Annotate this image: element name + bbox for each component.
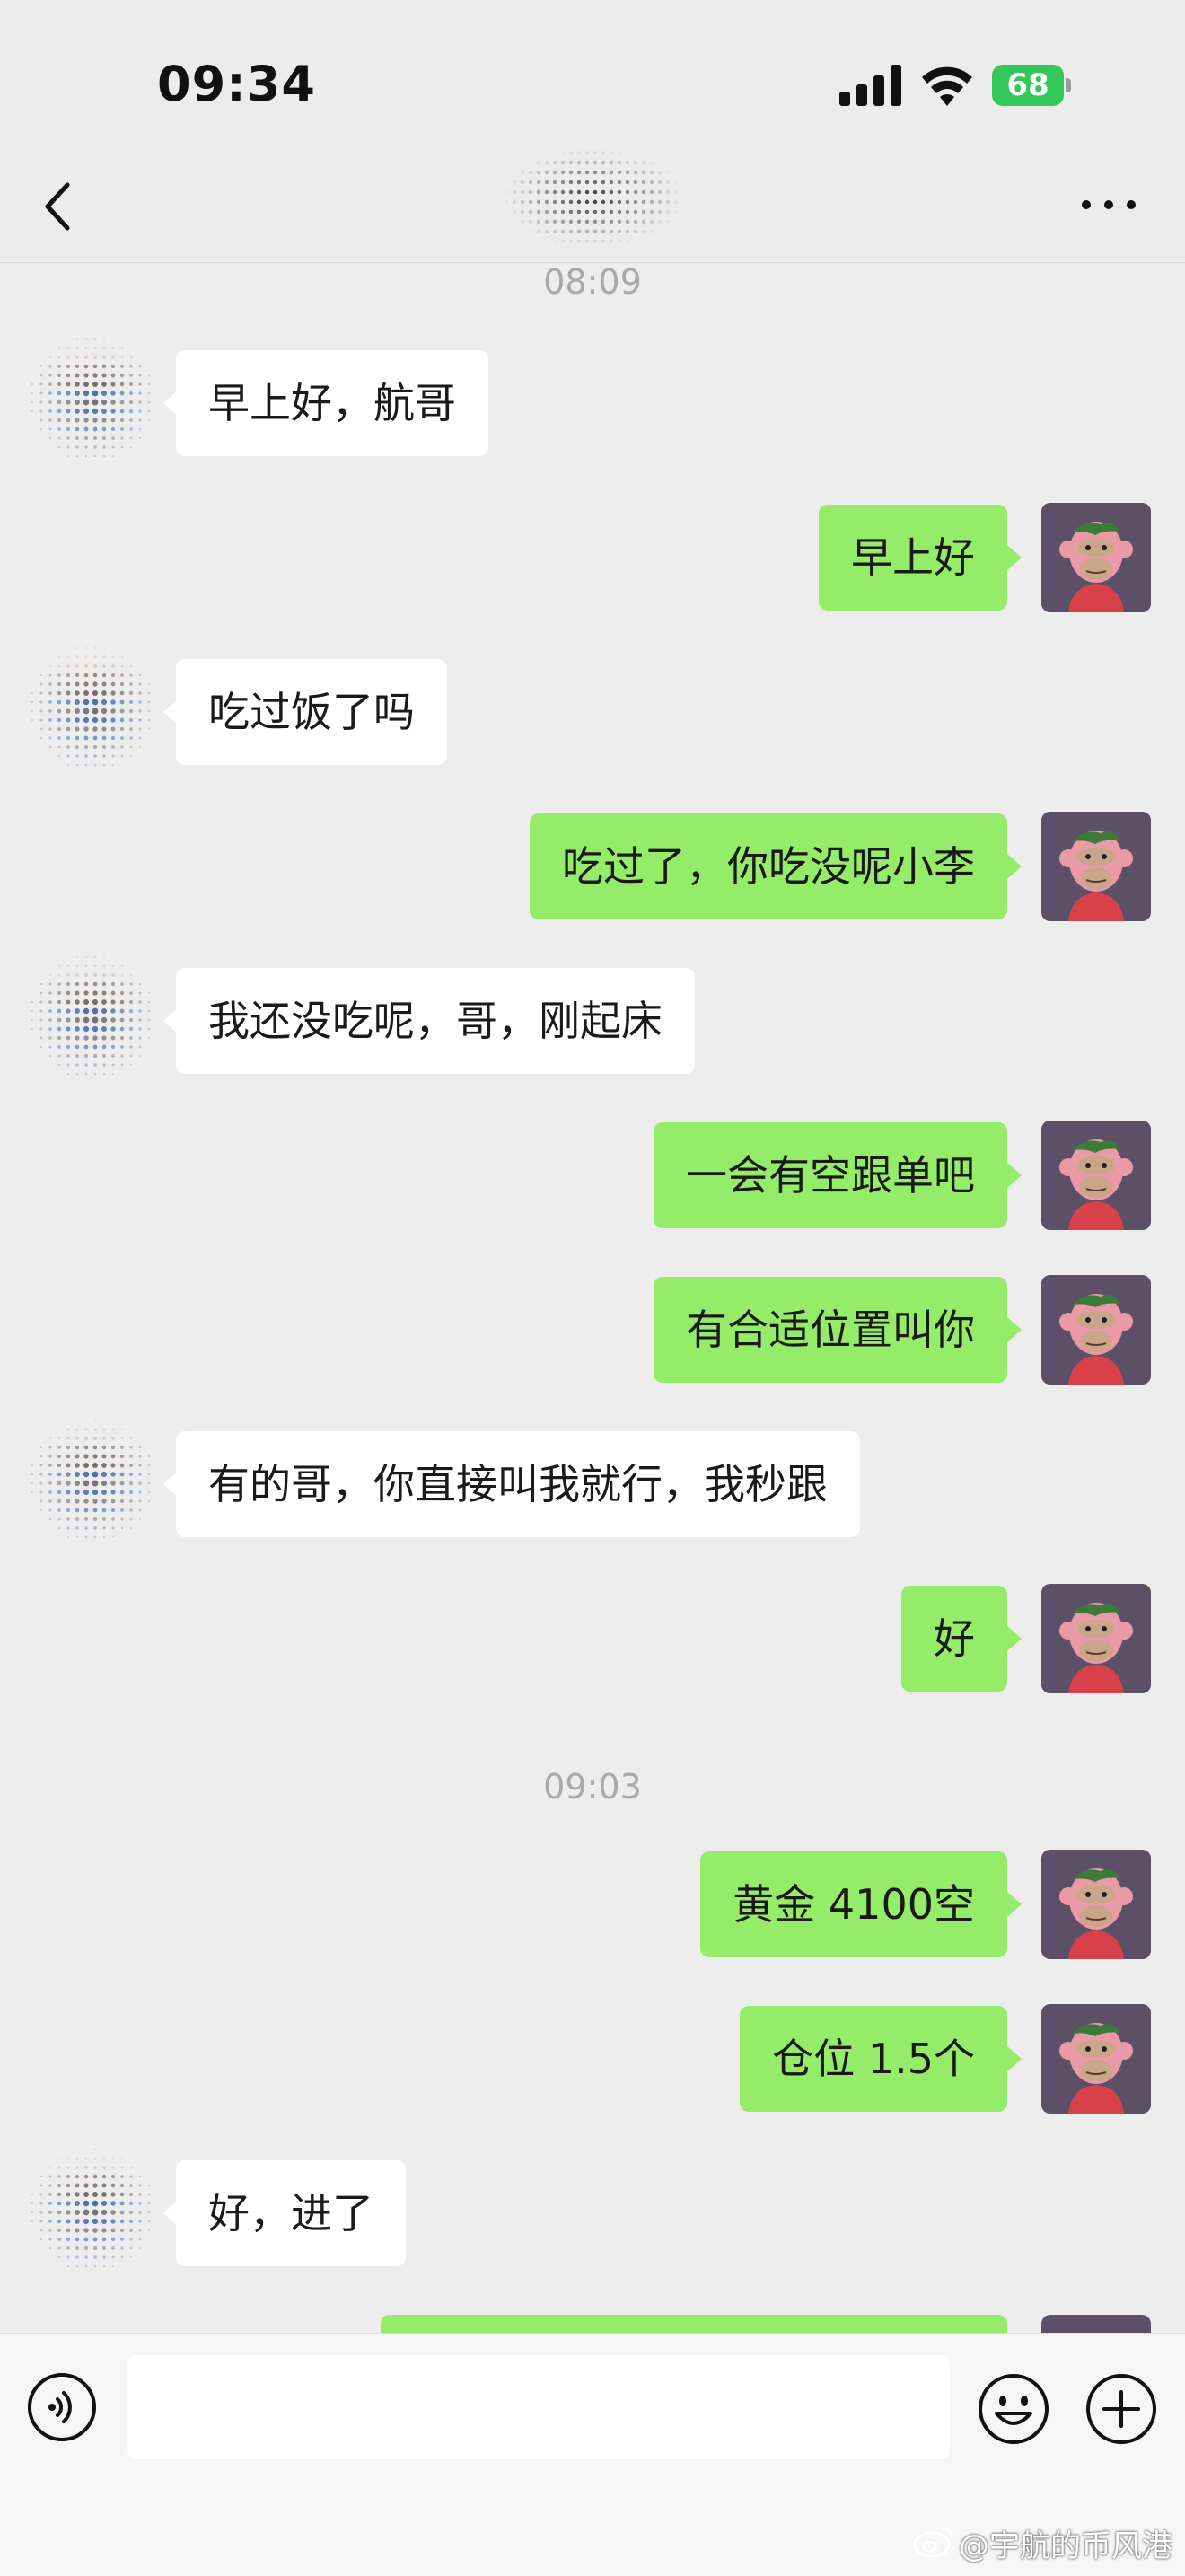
blurred-avatar-image [31,338,151,458]
bubble-tail [1007,854,1022,879]
cellular-signal-icon [839,65,901,106]
outgoing-message[interactable]: 早上好 [819,505,1007,611]
blurred-avatar-image [31,1419,151,1539]
ape-avatar-image [1041,2004,1151,2114]
self-avatar[interactable] [1041,1850,1151,1959]
timestamp: 09:03 [543,1767,642,1807]
outgoing-message[interactable]: 好 [901,1586,1007,1692]
outgoing-message[interactable]: 仓位 1.5个 [740,2006,1007,2112]
weibo-logo-icon [913,2527,953,2558]
ape-avatar-image [1041,1121,1151,1230]
plus-icon[interactable] [1084,2372,1158,2446]
contact-avatar[interactable] [25,641,160,776]
bubble-tail [1007,545,1022,570]
ape-avatar-image [1041,812,1151,921]
contact-name-blurred [503,148,682,247]
bubble-tail [163,391,178,416]
bubble-tail [1007,1317,1022,1342]
contact-avatar[interactable] [25,1413,160,1548]
more-dots-icon[interactable] [1077,196,1140,214]
bubble-tail [163,1472,178,1497]
ape-avatar-image [1041,503,1151,612]
bubble-tail [1007,2046,1022,2071]
watermark: @宇航的币风港 [959,2528,1172,2564]
contact-avatar[interactable] [25,950,160,1085]
self-avatar[interactable] [1041,812,1151,921]
partial-self-avatar [1041,2315,1151,2333]
bubble-tail [163,1008,178,1033]
bubble-tail [163,2201,178,2226]
bubble-tail [1007,1163,1022,1188]
emoji-icon[interactable] [977,2372,1050,2446]
contact-avatar[interactable] [25,2142,160,2277]
self-avatar[interactable] [1041,1121,1151,1230]
message-input[interactable] [127,2355,950,2459]
ape-avatar-image [1041,1584,1151,1693]
self-avatar[interactable] [1041,1275,1151,1385]
blurred-avatar-image [31,955,151,1076]
bubble-tail [163,699,178,725]
outgoing-message[interactable]: 吃过了，你吃没呢小李 [530,813,1007,919]
battery-level: 68 [1006,67,1049,103]
blurred-avatar-image [31,646,151,767]
incoming-message[interactable]: 好，进了 [176,2160,406,2266]
blurred-avatar-image [31,2148,151,2268]
ape-avatar-image [1041,1275,1151,1385]
contact-avatar[interactable] [25,332,160,467]
outgoing-message[interactable]: 一会有空跟单吧 [654,1122,1007,1228]
self-avatar[interactable] [1041,1584,1151,1693]
self-avatar[interactable] [1041,503,1151,612]
timestamp: 08:09 [543,262,642,302]
incoming-message[interactable]: 有的哥，你直接叫我就行，我秒跟 [176,1431,860,1537]
bubble-tail [1007,1626,1022,1651]
wifi-icon [922,66,972,106]
bubble-tail [1007,1892,1022,1917]
ape-avatar-image [1041,1850,1151,1959]
incoming-message[interactable]: 我还没吃呢，哥，刚起床 [176,968,695,1074]
outgoing-message[interactable]: 有合适位置叫你 [654,1277,1007,1383]
chevron-left-icon[interactable] [40,180,76,233]
incoming-message[interactable]: 早上好，航哥 [176,350,488,456]
partial-outgoing-bubble [381,2315,1007,2333]
battery-icon: 68 [992,65,1073,106]
outgoing-message[interactable]: 黄金 4100空 [700,1851,1007,1957]
voice-icon[interactable] [27,2372,97,2442]
self-avatar[interactable] [1041,2004,1151,2114]
status-time: 09:34 [157,56,316,112]
incoming-message[interactable]: 吃过饭了吗 [176,659,447,765]
